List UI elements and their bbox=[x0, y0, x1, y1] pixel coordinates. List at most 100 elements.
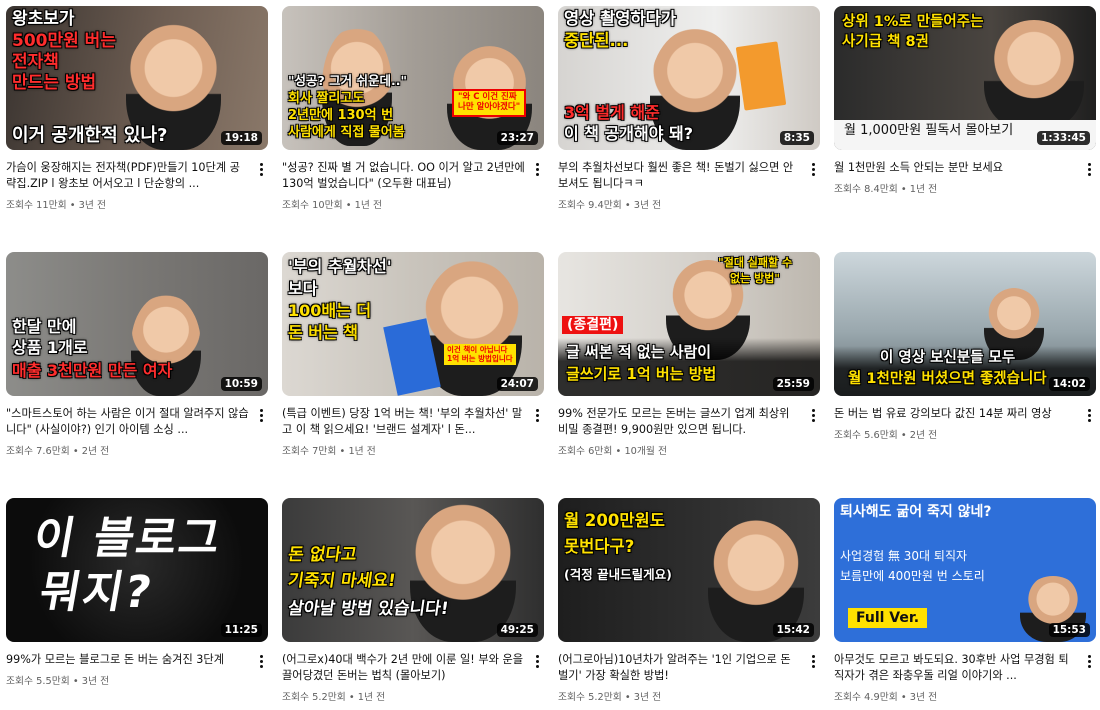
video-thumbnail[interactable]: 한달 만에 상품 1개로 매출 3천만원 만든 여자 10:59 bbox=[6, 252, 268, 396]
duration-badge: 23:27 bbox=[496, 131, 538, 145]
view-count: 조회수 6만회 bbox=[558, 446, 613, 457]
more-options-icon[interactable] bbox=[530, 406, 544, 424]
video-thumbnail[interactable]: "절대 실패할 수 없는 방법" (종결편) 글 써본 적 없는 사람이 글쓰기… bbox=[558, 252, 820, 396]
more-options-icon[interactable] bbox=[530, 652, 544, 670]
upload-age: 2년 전 bbox=[909, 430, 938, 441]
duration-badge: 8:35 bbox=[779, 131, 814, 145]
video-stats: 조회수 6만회 • 10개월 전 bbox=[558, 446, 668, 457]
thumb-text: 못번다구? bbox=[564, 537, 635, 556]
thumb-text: 영상 촬영하다가 bbox=[564, 9, 677, 28]
video-card[interactable]: 돈 없다고 기죽지 마세요! 살아날 방법 있습니다! 49:25 (어그로x)… bbox=[282, 498, 544, 703]
thumb-text: 보름만에 400만원 번 스토리 bbox=[840, 569, 985, 583]
video-thumbnail[interactable]: 월 200만원도 못번다구? (걱정 끝내드릴게요) 15:42 bbox=[558, 498, 820, 642]
video-title[interactable]: 99%가 모르는 블로그로 돈 버는 숨겨진 3단계 bbox=[6, 652, 250, 668]
view-count: 조회수 8.4만회 bbox=[834, 184, 898, 195]
more-options-icon[interactable] bbox=[254, 406, 268, 424]
video-title[interactable]: (어그로x)40대 백수가 2년 만에 이룬 일! 부와 운을 끌어당겼던 돈버… bbox=[282, 652, 526, 684]
video-title[interactable]: 99% 전문가도 모르는 돈버는 글쓰기 업계 최상위 비밀 종결편! 9,90… bbox=[558, 406, 802, 438]
thumb-text: 만드는 방법 bbox=[12, 73, 97, 93]
video-stats: 조회수 10만회 • 1년 전 bbox=[282, 200, 383, 211]
thumb-text: 퇴사해도 굶어 죽지 않네? bbox=[840, 504, 992, 520]
video-title[interactable]: "스마트스토어 하는 사람은 이거 절대 알려주지 않습니다" (사실이야?) … bbox=[6, 406, 250, 438]
video-thumbnail[interactable]: '부의 추월차선' 보다 100배는 더 돈 버는 책 이건 책이 아닙니다 1… bbox=[282, 252, 544, 396]
video-thumbnail[interactable]: "성공? 그거 쉬운데.." 회사 짤리고도 2년만에 130억 번 사람에게 … bbox=[282, 6, 544, 150]
video-card[interactable]: 영상 촬영하다가 중단된... 3억 벌게 해준 이 책 공개해야 돼? 8:3… bbox=[558, 6, 820, 211]
thumb-text: 월 1천만원 버셨으면 좋겠습니다 bbox=[848, 371, 1047, 387]
upload-age: 3년 전 bbox=[633, 200, 662, 211]
thumb-text: 1억 버는 방법입니다 bbox=[447, 353, 513, 363]
video-thumbnail[interactable]: 이 영상 보신분들 모두 월 1천만원 버셨으면 좋겠습니다 14:02 bbox=[834, 252, 1096, 396]
video-title[interactable]: 아무것도 모르고 봐도되요. 30후반 사업 무경험 퇴직자가 겪은 좌충우돌 … bbox=[834, 652, 1078, 684]
video-stats: 조회수 7.6만회 • 2년 전 bbox=[6, 446, 110, 457]
person-image bbox=[984, 20, 1084, 130]
video-title[interactable]: (어그로아님)10년차가 알려주는 '1인 기업으로 돈 벌기' 가장 확실한 … bbox=[558, 652, 802, 684]
video-card[interactable]: 퇴사해도 굶어 죽지 않네? 사업경험 無 30대 퇴직자 보름만에 400만원… bbox=[834, 498, 1096, 703]
upload-age: 3년 전 bbox=[633, 692, 662, 703]
video-stats: 조회수 5.5만회 • 3년 전 bbox=[6, 676, 110, 687]
book-image bbox=[735, 41, 787, 111]
more-options-icon[interactable] bbox=[1082, 160, 1096, 178]
video-title[interactable]: 월 1천만원 소득 안되는 분만 보세요 bbox=[834, 160, 1078, 176]
upload-age: 3년 전 bbox=[81, 676, 110, 687]
thumb-text: 사람에게 직접 물어봄 bbox=[288, 125, 405, 140]
thumb-text: 상품 1개로 bbox=[12, 338, 88, 357]
duration-badge: 24:07 bbox=[496, 377, 538, 391]
more-options-icon[interactable] bbox=[254, 160, 268, 178]
view-count: 조회수 5.2만회 bbox=[282, 692, 346, 703]
more-options-icon[interactable] bbox=[254, 652, 268, 670]
duration-badge: 15:42 bbox=[772, 623, 814, 637]
video-title[interactable]: (특급 이벤트) 당장 1억 버는 책! '부의 추월차선' 말고 이 책 읽으… bbox=[282, 406, 526, 438]
view-count: 조회수 10만회 bbox=[282, 200, 343, 211]
thumb-text: 돈 버는 책 bbox=[288, 323, 359, 342]
duration-badge: 49:25 bbox=[496, 623, 538, 637]
more-options-icon[interactable] bbox=[806, 160, 820, 178]
video-title[interactable]: 가슴이 웅장해지는 전자책(PDF)만들기 10단계 공략집.ZIP l 왕초보… bbox=[6, 160, 250, 192]
video-stats: 조회수 4.9만회 • 3년 전 bbox=[834, 692, 938, 703]
thumb-text: 전자책 bbox=[12, 52, 59, 72]
more-options-icon[interactable] bbox=[806, 406, 820, 424]
video-thumbnail[interactable]: 퇴사해도 굶어 죽지 않네? 사업경험 無 30대 퇴직자 보름만에 400만원… bbox=[834, 498, 1096, 642]
upload-age: 10개월 전 bbox=[624, 446, 668, 457]
more-options-icon[interactable] bbox=[1082, 406, 1096, 424]
video-card[interactable]: 상위 1%로 만들어주는 사기급 책 8권 월 1,000만원 필독서 몰아보기… bbox=[834, 6, 1096, 195]
view-count: 조회수 7.6만회 bbox=[6, 446, 70, 457]
video-card[interactable]: 왕초보가 500만원 버는 전자책 만드는 방법 이거 공개한적 있나? 19:… bbox=[6, 6, 268, 211]
thumb-text: 나만 알아야겠다" bbox=[458, 101, 521, 112]
video-card[interactable]: '부의 추월차선' 보다 100배는 더 돈 버는 책 이건 책이 아닙니다 1… bbox=[282, 252, 544, 457]
thumb-text: 이 책 공개해야 돼? bbox=[564, 124, 694, 143]
upload-age: 3년 전 bbox=[78, 200, 107, 211]
video-card[interactable]: 한달 만에 상품 1개로 매출 3천만원 만든 여자 10:59 "스마트스토어… bbox=[6, 252, 268, 457]
video-card[interactable]: 이 블로그 뭐지? 11:25 99%가 모르는 블로그로 돈 버는 숨겨진 3… bbox=[6, 498, 268, 687]
thumb-text: 500만원 버는 bbox=[12, 31, 116, 51]
duration-badge: 14:02 bbox=[1048, 377, 1090, 391]
thumb-text: 월 200만원도 bbox=[564, 511, 665, 530]
thumb-text: 이거 공개한적 있나? bbox=[12, 125, 168, 146]
thumb-text: 100배는 더 bbox=[288, 301, 372, 320]
video-card[interactable]: "성공? 그거 쉬운데.." 회사 짤리고도 2년만에 130억 번 사람에게 … bbox=[282, 6, 544, 211]
more-options-icon[interactable] bbox=[530, 160, 544, 178]
thumb-text: 사기급 책 8권 bbox=[842, 34, 929, 50]
thumb-text: 이 영상 보신분들 모두 bbox=[880, 350, 1016, 366]
video-title[interactable]: "성공? 진짜 별 거 없습니다. OO 이거 알고 2년만에 130억 벌었습… bbox=[282, 160, 526, 192]
video-title[interactable]: 부의 추월차선보다 훨씬 좋은 책! 돈벌기 싫으면 안보셔도 됩니다ㅋㅋ bbox=[558, 160, 802, 192]
video-thumbnail[interactable]: 왕초보가 500만원 버는 전자책 만드는 방법 이거 공개한적 있나? 19:… bbox=[6, 6, 268, 150]
upload-age: 1년 전 bbox=[909, 184, 938, 195]
thumb-text: "성공? 그거 쉬운데.." bbox=[288, 73, 407, 88]
more-options-icon[interactable] bbox=[806, 652, 820, 670]
thumb-text: 상위 1%로 만들어주는 bbox=[842, 14, 984, 30]
view-count: 조회수 5.6만회 bbox=[834, 430, 898, 441]
upload-age: 1년 전 bbox=[357, 692, 386, 703]
video-card[interactable]: 이 영상 보신분들 모두 월 1천만원 버셨으면 좋겠습니다 14:02 돈 버… bbox=[834, 252, 1096, 441]
thumb-text: 보다 bbox=[288, 279, 318, 298]
more-options-icon[interactable] bbox=[1082, 652, 1096, 670]
thumb-text: 사업경험 無 30대 퇴직자 bbox=[840, 549, 968, 563]
video-title[interactable]: 돈 버는 법 유료 강의보다 값진 14분 짜리 영상 bbox=[834, 406, 1078, 422]
video-thumbnail[interactable]: 돈 없다고 기죽지 마세요! 살아날 방법 있습니다! 49:25 bbox=[282, 498, 544, 642]
video-stats: 조회수 5.2만회 • 1년 전 bbox=[282, 692, 386, 703]
video-thumbnail[interactable]: 영상 촬영하다가 중단된... 3억 벌게 해준 이 책 공개해야 돼? 8:3… bbox=[558, 6, 820, 150]
upload-age: 1년 전 bbox=[354, 200, 383, 211]
video-thumbnail[interactable]: 상위 1%로 만들어주는 사기급 책 8권 월 1,000만원 필독서 몰아보기… bbox=[834, 6, 1096, 150]
video-card[interactable]: "절대 실패할 수 없는 방법" (종결편) 글 써본 적 없는 사람이 글쓰기… bbox=[558, 252, 820, 457]
video-card[interactable]: 월 200만원도 못번다구? (걱정 끝내드릴게요) 15:42 (어그로아님)… bbox=[558, 498, 820, 703]
video-thumbnail[interactable]: 이 블로그 뭐지? 11:25 bbox=[6, 498, 268, 642]
